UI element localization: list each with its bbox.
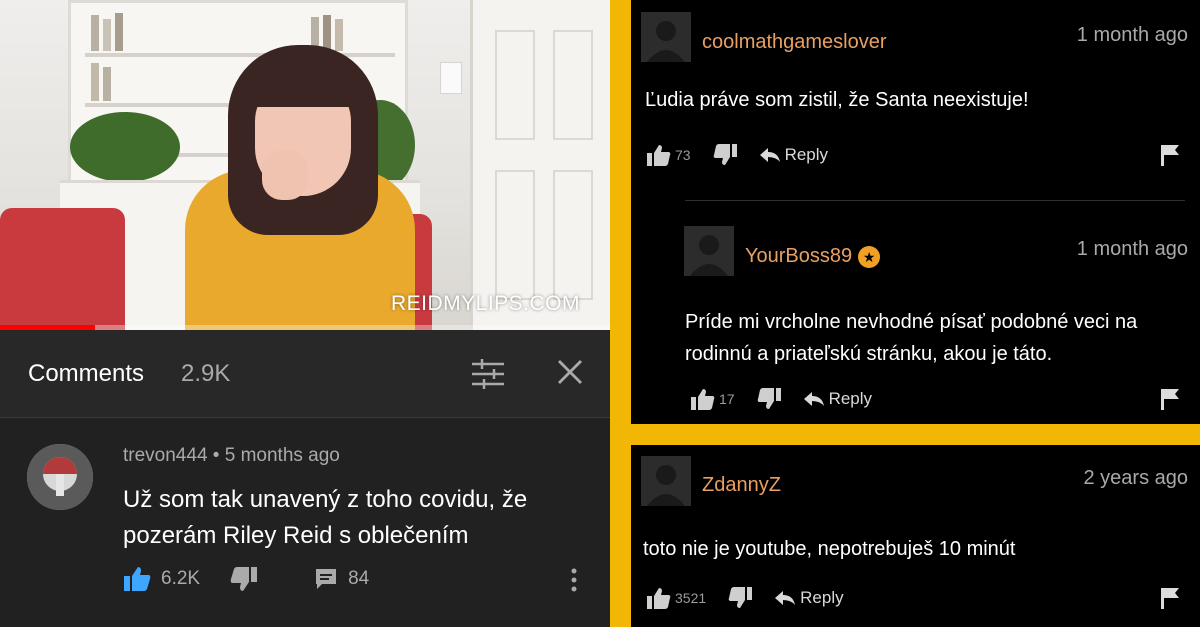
comment-card-bottom: ZdannyZ 2 years ago toto nie je youtube,… [631, 445, 1200, 627]
comments-count: 2.9K [181, 360, 231, 387]
flag-icon[interactable] [1160, 587, 1180, 614]
comment-time: 2 years ago [1083, 467, 1188, 489]
thumbs-up-icon[interactable] [647, 144, 671, 166]
chair-left [0, 208, 125, 330]
reply-arrow-icon [759, 148, 780, 162]
comment-actions: 6.2K 84 [123, 564, 369, 594]
reply-label: Reply [800, 588, 844, 607]
youtube-panel: REIDMYLIPS.COM Comments 2.9K trevon444 •… [0, 0, 610, 627]
avatar[interactable] [641, 456, 691, 506]
avatar[interactable] [641, 12, 691, 62]
thumbs-down-icon[interactable] [713, 144, 737, 166]
more-options-icon[interactable] [570, 568, 578, 597]
comments-header: Comments 2.9K [0, 330, 610, 418]
flag-icon[interactable] [1160, 144, 1180, 171]
comment-username[interactable]: YourBoss89 ★ [745, 245, 881, 268]
reply-icon[interactable] [314, 567, 338, 591]
comment-username[interactable]: ZdannyZ [702, 474, 781, 497]
comment-actions: 73 Reply [647, 144, 828, 166]
meta-separator: • [212, 445, 220, 466]
sort-icon[interactable] [470, 358, 506, 395]
like-count: 73 [675, 147, 691, 163]
reply-button[interactable]: Reply [803, 389, 872, 409]
thumbs-down-icon[interactable] [757, 388, 781, 410]
comment-time: 5 months ago [224, 445, 340, 466]
plant-left [70, 112, 180, 182]
video-watermark: REIDMYLIPS.COM [390, 292, 580, 315]
flag-icon[interactable] [1160, 388, 1180, 415]
username-text: YourBoss89 [745, 245, 853, 267]
like-icon[interactable] [123, 566, 151, 592]
comment-actions: 3521 Reply [647, 587, 844, 609]
avatar[interactable] [27, 444, 93, 510]
like-count: 3521 [675, 590, 707, 606]
like-count: 6.2K [161, 568, 201, 589]
door [470, 0, 610, 330]
star-badge-icon: ★ [858, 245, 881, 268]
dislike-icon[interactable] [230, 566, 258, 592]
comment-text: Ľudia práve som zistil, že Santa neexist… [645, 89, 1029, 111]
video-player[interactable]: REIDMYLIPS.COM [0, 0, 610, 330]
comment-actions: 17 Reply [691, 388, 872, 410]
comments-title: Comments [28, 360, 145, 387]
reply-button[interactable]: Reply [774, 588, 844, 608]
reply-count: 84 [348, 568, 370, 589]
youtube-comment: trevon444 • 5 months ago Už som tak unav… [0, 418, 610, 627]
comment-text: toto nie je youtube, nepotrebuješ 10 min… [643, 538, 1016, 560]
comment-text: Už som tak unavený z toho covidu, že poz… [123, 486, 528, 549]
thumbs-up-icon[interactable] [647, 587, 671, 609]
comment-author[interactable]: trevon444 [123, 445, 208, 466]
comment-card-top: coolmathgameslover 1 month ago Ľudia prá… [631, 0, 1200, 424]
thumbs-up-icon[interactable] [691, 388, 715, 410]
comment-username[interactable]: coolmathgameslover [702, 31, 887, 54]
reply-divider [685, 200, 1185, 201]
reply-button[interactable]: Reply [759, 145, 828, 165]
person-hands [262, 150, 308, 200]
reply-label: Reply [828, 389, 873, 408]
comment-time: 1 month ago [1076, 24, 1188, 46]
comment-meta: trevon444 • 5 months ago [123, 445, 340, 467]
reply-arrow-icon [775, 591, 796, 605]
like-count: 17 [719, 391, 735, 407]
comment-text: Príde mi vrcholne nevhodné písať podobné… [685, 311, 1138, 365]
close-icon[interactable] [556, 358, 584, 391]
comment-time: 1 month ago [1076, 238, 1188, 260]
thumbs-down-icon[interactable] [728, 587, 753, 609]
reply-arrow-icon [803, 392, 824, 406]
avatar[interactable] [684, 226, 734, 276]
reply-label: Reply [784, 145, 829, 164]
